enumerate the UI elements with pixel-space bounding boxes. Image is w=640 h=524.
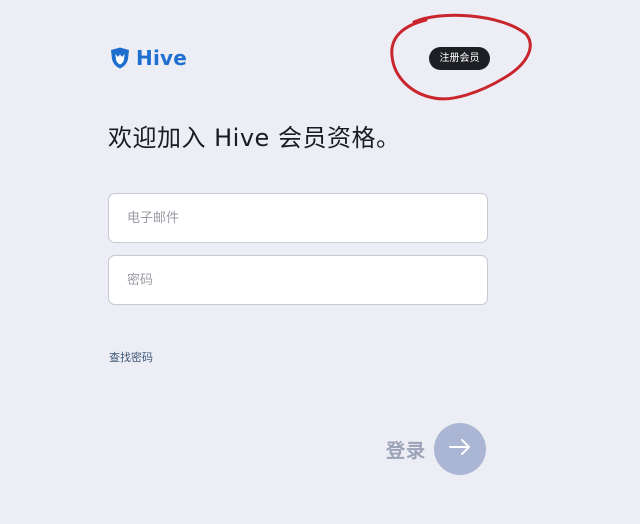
login-label[interactable]: 登录	[386, 436, 426, 463]
arrow-right-icon	[447, 434, 473, 464]
brand-name: Hive	[136, 46, 187, 70]
password-field[interactable]	[108, 255, 488, 305]
login-page: Hive 注册会员 欢迎加入 Hive 会员资格。 查找密码 登录	[0, 0, 640, 524]
login-button[interactable]	[434, 423, 487, 475]
welcome-headline: 欢迎加入 Hive 会员资格。	[108, 124, 401, 152]
hive-shield-icon	[108, 46, 132, 70]
login-row: 登录	[386, 423, 487, 475]
email-field[interactable]	[108, 193, 488, 243]
signup-button[interactable]: 注册会员	[429, 47, 490, 70]
hive-logo[interactable]: Hive	[108, 46, 187, 70]
forgot-password-link[interactable]: 查找密码	[109, 349, 153, 365]
